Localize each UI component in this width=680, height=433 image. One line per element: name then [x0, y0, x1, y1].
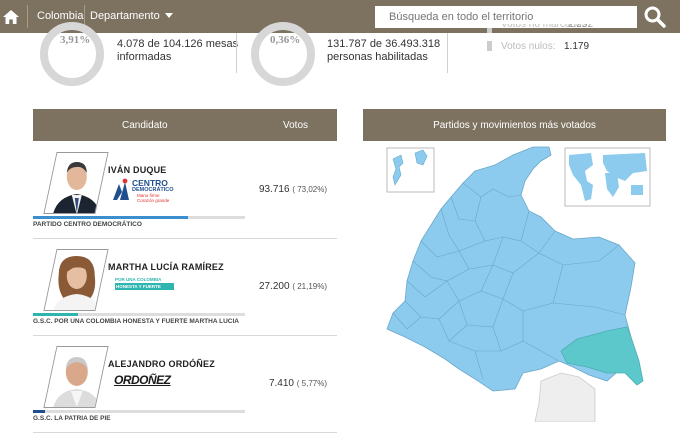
mesas-percentage: 3,91% [60, 34, 91, 46]
breadcrumb-departamento-dropdown[interactable]: Departamento [90, 10, 173, 22]
votos-no-marcados-value: 2.252 [568, 24, 594, 30]
mesas-informadas-text: 4.078 de 104.126 mesas informadas [117, 38, 238, 64]
mesas-label-text: informadas [117, 51, 172, 63]
candidate-party-name: G.S.C. LA PATRIA DE PIE [33, 415, 111, 422]
candidate-portrait-icon [44, 347, 109, 408]
personas-habilitadas-text: 131.787 de 36.493.318 personas habilitad… [327, 38, 440, 64]
vote-share-fill [33, 313, 78, 316]
candidates-table-header: Candidato Votos [33, 109, 337, 141]
candidate-votes: 27.200 ( 21,19%) [259, 281, 327, 292]
party-logo-colombia-honesta-y-fuerte: POR UNA COLOMBIA HONESTA Y FUERTE [115, 277, 175, 301]
vote-share-bar [33, 216, 245, 219]
personas-label-text: personas habilitadas [327, 51, 428, 63]
column-header-votos: Votos [283, 120, 309, 131]
personas-count-text: 131.787 de 36.493.318 [327, 38, 441, 50]
search-icon [644, 6, 666, 28]
breadcrumb-divider [27, 5, 28, 28]
logo-text-ordonez: ORDOÑEZ [114, 373, 171, 387]
candidate-votes: 93.716 ( 73,02%) [259, 184, 327, 195]
candidate-row[interactable]: MARTHA LUCÍA RAMÍREZ POR UNA COLOMBIA HO… [33, 239, 337, 336]
logo-text-centro: CENTRO [132, 178, 168, 188]
votes-count: 93.716 [258, 184, 290, 195]
votes-percentage: ( 21,19%) [292, 282, 327, 291]
party-logo-ordonez: ORDOÑEZ [114, 374, 178, 398]
candidate-name: IVÁN DUQUE [108, 165, 167, 175]
caret-down-icon [164, 13, 173, 19]
centro-democratico-logo-icon [113, 178, 129, 200]
logo-text-honesta-y-fuerte: HONESTA Y FUERTE [115, 283, 174, 290]
votos-nulos-marker [487, 41, 492, 51]
stats-divider [447, 33, 448, 73]
votes-count: 7.410 [268, 378, 294, 389]
candidate-party-name: PARTIDO CENTRO DEMOCRÁTICO [33, 221, 142, 228]
mesas-count-text: 4.078 de 104.126 mesas [117, 38, 239, 50]
logo-text-por-una-colombia: POR UNA COLOMBIA [115, 277, 162, 282]
candidate-row[interactable]: ALEJANDRO ORDÓÑEZ ORDOÑEZ 7.410 ( 5,77%)… [33, 336, 337, 433]
personas-progress-ring [251, 22, 315, 86]
breadcrumb-colombia[interactable]: Colombia [37, 10, 83, 22]
mesas-progress-ring [40, 22, 104, 86]
personas-percentage: 0,36% [270, 34, 301, 46]
candidate-name: MARTHA LUCÍA RAMÍREZ [108, 262, 224, 272]
candidate-photo [43, 346, 109, 408]
votos-nulos-value: 1.179 [564, 41, 590, 52]
votes-count: 27.200 [258, 281, 290, 292]
home-button[interactable] [0, 0, 22, 33]
stats-divider [236, 33, 237, 73]
vote-share-bar [33, 313, 245, 316]
candidate-portrait-icon [44, 153, 109, 214]
vote-share-fill [33, 216, 188, 219]
logo-text-corazon-grande: Corazón grande [137, 198, 170, 203]
column-header-candidato: Candidato [122, 120, 168, 131]
party-logo-centro-democratico: CENTRO DEMOCRÁTICO Mano firme Corazón gr… [111, 178, 181, 203]
candidate-photo [43, 152, 109, 214]
colombia-results-map[interactable] [363, 141, 666, 422]
candidate-votes: 7.410 ( 5,77%) [269, 378, 327, 389]
map-panel-header: Partidos y movimientos más votados [363, 109, 666, 141]
votos-no-marcados-marker [487, 28, 492, 33]
breadcrumb-departamento-label: Departamento [90, 10, 160, 22]
home-icon [3, 9, 19, 24]
candidate-portrait-icon [44, 250, 109, 311]
votes-percentage: ( 73,02%) [292, 185, 327, 194]
neighbor-territory [534, 372, 596, 422]
votes-percentage: ( 5,77%) [296, 379, 327, 388]
candidate-name: ALEJANDRO ORDÓÑEZ [108, 359, 215, 369]
votos-nulos-label: Votos nulos: [501, 41, 556, 52]
candidate-party-name: G.S.C. POR UNA COLOMBIA HONESTA Y FUERTE… [33, 318, 239, 325]
vote-share-fill [33, 410, 45, 413]
world-australia [631, 185, 643, 195]
candidate-row[interactable]: IVÁN DUQUE CENTRO DEMOCRÁTICO Mano firme… [33, 142, 337, 239]
search-button[interactable] [642, 4, 668, 30]
san-andres-inset[interactable] [386, 147, 435, 193]
candidate-photo [43, 249, 109, 311]
vote-share-bar [33, 410, 245, 413]
